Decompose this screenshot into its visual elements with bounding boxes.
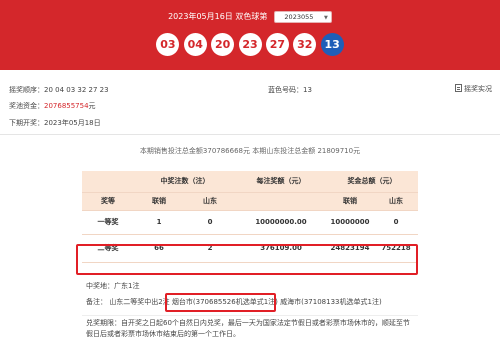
sub-lian-total: 联销 xyxy=(326,192,374,211)
winning-location: 中奖地：广东1注 xyxy=(86,282,140,290)
header-blank xyxy=(82,171,134,193)
red-ball: 04 xyxy=(183,33,207,56)
sub-level: 奖等 xyxy=(82,192,134,211)
second-prize-highlight xyxy=(76,244,418,275)
bottom-divider xyxy=(82,315,418,316)
draw-order: 摇奖顺序：20 04 03 32 27 23 xyxy=(9,85,109,95)
issue-select-value: 2023055 xyxy=(284,13,314,21)
total-lian: 10000000 xyxy=(326,210,374,235)
header-total: 奖金总额（元） xyxy=(326,171,418,193)
sub-shandong-total: 山东 xyxy=(374,192,418,211)
prize-pool-label: 奖池资金： xyxy=(9,102,44,110)
red-ball: 03 xyxy=(156,33,180,56)
cash-deadline-line2: 假日后或者彩票市场休市结束后的第一个工作日。 xyxy=(86,330,240,338)
header-each: 每注奖额（元） xyxy=(236,171,326,193)
blue-number-label: 蓝色号码： xyxy=(268,86,303,94)
red-ball: 23 xyxy=(238,33,262,56)
red-ball: 32 xyxy=(293,33,317,56)
document-icon xyxy=(455,84,462,92)
blue-number: 蓝色号码：13 xyxy=(268,85,312,95)
draw-video-label: 摇奖实况 xyxy=(464,85,492,93)
draw-title-row: 2023年05月16日 双色球第 2023055 ▼ xyxy=(0,11,500,24)
sales-totals: 本期销售投注总金额370786668元 本期山东投注总金额 21809710元 xyxy=(139,147,361,155)
prize-pool-value: 2076855754 xyxy=(44,102,89,110)
count-shandong: 0 xyxy=(184,210,236,235)
red-ball: 20 xyxy=(211,33,235,56)
blue-ball: 13 xyxy=(320,33,344,56)
next-draw-label: 下期开奖： xyxy=(9,119,44,127)
sub-shandong: 山东 xyxy=(184,192,236,211)
total-shandong: 0 xyxy=(374,210,418,235)
sub-lian: 联销 xyxy=(134,192,184,211)
next-draw-value: 2023年05月18日 xyxy=(44,119,101,127)
prize-level: 一等奖 xyxy=(82,210,134,235)
draw-title: 2023年05月16日 双色球第 xyxy=(168,12,268,21)
red-ball: 27 xyxy=(265,33,289,56)
blue-number-value: 13 xyxy=(303,86,312,94)
table-row: 一等奖 1 0 10000000.00 10000000 0 xyxy=(82,210,418,235)
prize-pool: 奖池资金：2076855754元 xyxy=(9,101,96,111)
section-divider xyxy=(0,134,500,135)
amount-each: 10000000.00 xyxy=(236,210,326,235)
prize-pool-unit: 元 xyxy=(88,102,96,110)
sub-blank xyxy=(236,192,326,211)
count-lian: 1 xyxy=(134,210,184,235)
winning-numbers: 03 04 20 23 27 32 13 xyxy=(0,33,500,56)
header-count: 中奖注数（注） xyxy=(134,171,236,193)
table-header-row: 中奖注数（注） 每注奖额（元） 奖金总额（元） xyxy=(82,171,418,193)
draw-order-label: 摇奖顺序： xyxy=(9,86,44,94)
issue-select[interactable]: 2023055 ▼ xyxy=(273,11,332,23)
draw-video-link[interactable]: 摇奖实况 xyxy=(455,84,492,94)
chevron-down-icon: ▼ xyxy=(324,15,328,21)
cash-deadline-line1: 兑奖期限：自开奖之日起60个自然日内兑奖，最后一天为国家法定节假日或者彩票市场休… xyxy=(86,319,410,327)
table-subheader-row: 奖等 联销 山东 联销 山东 xyxy=(82,192,418,211)
next-draw: 下期开奖：2023年05月18日 xyxy=(9,118,101,128)
draw-order-value: 20 04 03 32 27 23 xyxy=(44,86,109,94)
yantai-highlight xyxy=(165,293,276,312)
